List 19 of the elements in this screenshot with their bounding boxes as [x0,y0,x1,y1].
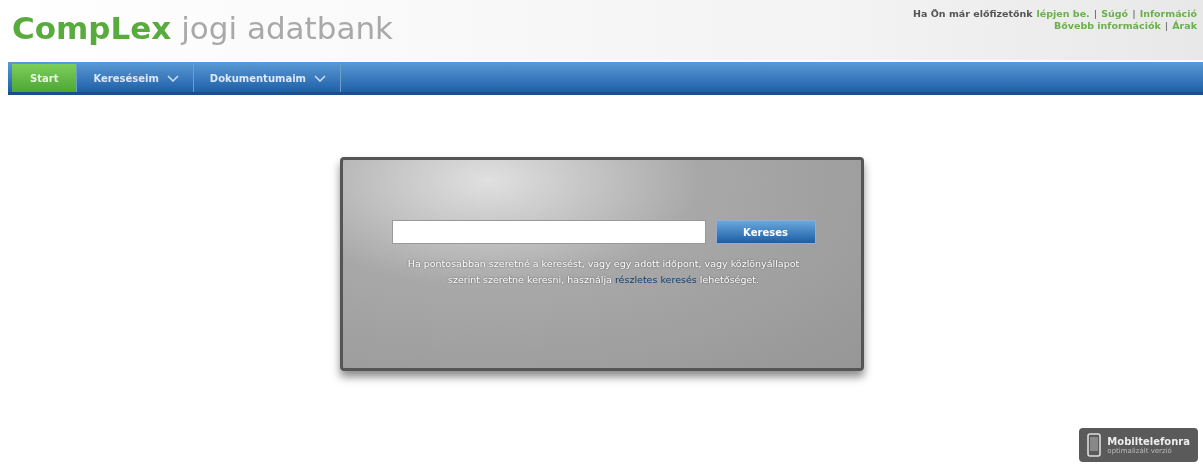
nav-tab[interactable]: Dokumentumaim [195,64,342,92]
search-button[interactable]: Kereses [715,220,816,244]
search-hint: Ha pontosabban szeretné a keresést, vagy egy adott időpont, vagy közlönyállapot szerint szeretne keresni, használja részletes keresés lehetőséget. [406,257,801,287]
site-logo[interactable]: CompLex jogi adatbank [12,10,393,46]
advanced-search-link[interactable]: részletes keresés [614,274,697,285]
header-link[interactable]: Bővebb információk [1054,20,1161,32]
header-link[interactable]: Árak [1172,20,1197,32]
nav-tab[interactable]: Start [12,64,78,92]
search-field[interactable] [391,220,706,244]
header-link[interactable]: lépjen be. [1036,8,1090,20]
nav-tab[interactable]: Kereséseim [79,64,194,92]
separator: | [1164,20,1169,32]
separator: | [1132,8,1136,20]
phone-icon [1087,433,1102,457]
login-prompt: Ha Ön már előfizetőnk [913,8,1033,20]
badge-title: Mobiltelefonra [1107,435,1190,447]
header-link[interactable]: Információ [1139,8,1197,20]
header-link[interactable]: Súgó [1101,8,1129,20]
separator: | [1093,8,1098,20]
